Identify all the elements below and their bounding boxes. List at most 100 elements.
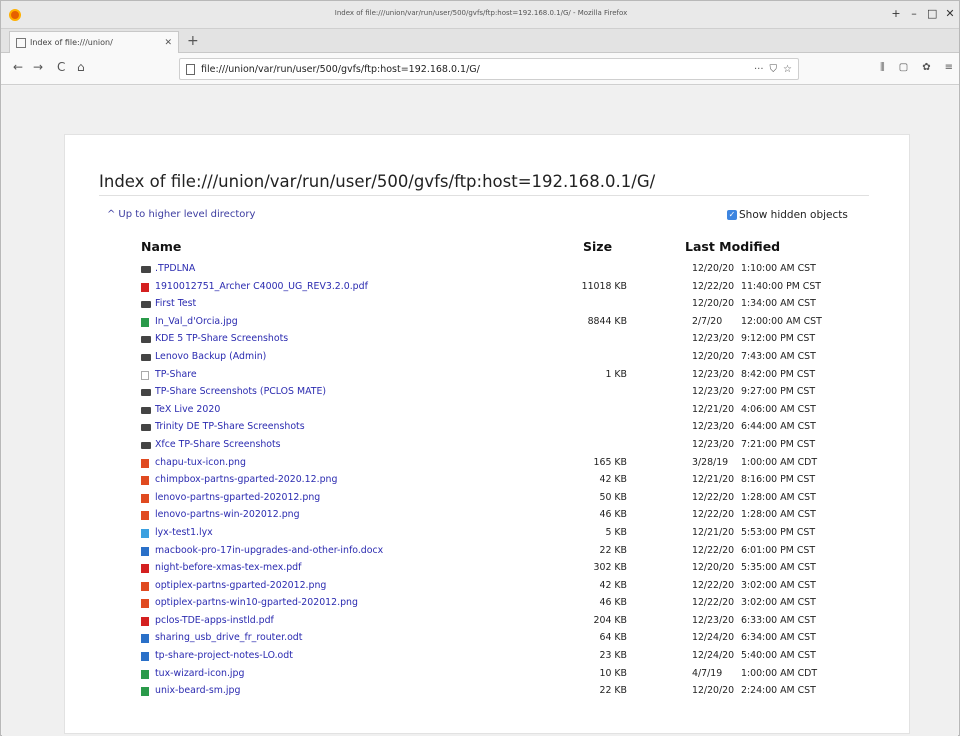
file-link[interactable]: night-before-xmas-tex-mex.pdf xyxy=(155,562,301,573)
file-time: 5:53:00 PM CST xyxy=(741,526,816,538)
odt-icon xyxy=(141,652,149,662)
file-time: 3:02:00 AM CST xyxy=(741,579,816,591)
file-link[interactable]: lyx-test1.lyx xyxy=(155,527,213,538)
file-size: 46 KB xyxy=(599,509,628,521)
url-bar[interactable]: file:///union/var/run/user/500/gvfs/ftp:… xyxy=(179,58,799,80)
file-link[interactable]: In_Val_d'Orcia.jpg xyxy=(155,316,238,327)
image-icon xyxy=(141,687,149,697)
file-link[interactable]: TP-Share Screenshots (PCLOS MATE) xyxy=(155,386,326,397)
show-hidden-label: Show hidden objects xyxy=(739,209,848,221)
pdf-icon xyxy=(141,564,149,574)
file-link[interactable]: optiplex-partns-gparted-202012.png xyxy=(155,580,326,591)
folder-icon xyxy=(141,353,151,361)
library-icon[interactable]: ⫼ xyxy=(880,62,885,73)
file-date: 12/20/20 xyxy=(692,263,735,274)
pocket-icon[interactable]: ⛉ xyxy=(770,64,778,75)
file-date: 12/22/20 xyxy=(692,491,735,503)
window-extra-button[interactable]: + xyxy=(891,7,901,20)
show-hidden-toggle[interactable]: ✓ Show hidden objects xyxy=(727,209,848,221)
close-window-button[interactable]: ✕ xyxy=(945,7,955,20)
column-header-name[interactable]: Name xyxy=(141,239,181,254)
file-date: 12/23/20 xyxy=(692,386,735,398)
file-date: 12/21/20 xyxy=(692,474,735,486)
column-header-size[interactable]: Size xyxy=(583,239,612,254)
sidebar-icon[interactable]: ▢ xyxy=(899,62,908,73)
maximize-button[interactable]: □ xyxy=(927,7,937,20)
table-row: .TPDLNA 12/20/20 1:10:00 AM CST xyxy=(65,261,911,279)
menu-icon[interactable]: ≡ xyxy=(945,62,953,73)
title-bar: Index of file:///union/var/run/user/500/… xyxy=(1,1,959,29)
file-time: 9:12:00 PM CST xyxy=(741,333,816,345)
table-row: 1910012751_Archer C4000_UG_REV3.2.0.pdf 1… xyxy=(65,279,911,297)
window-title: Index of file:///union/var/run/user/500/… xyxy=(334,9,628,17)
file-time: 3:02:00 AM CST xyxy=(741,597,816,609)
file-size: 42 KB xyxy=(599,579,628,591)
file-link[interactable]: 1910012751_Archer C4000_UG_REV3.2.0.pdf xyxy=(155,281,368,292)
file-link[interactable]: chapu-tux-icon.png xyxy=(155,457,246,468)
table-row: pclos-TDE-apps-instld.pdf 204 KB 12/23/20 6… xyxy=(65,613,911,631)
table-row: chimpbox-partns-gparted-2020.12.png 42 KB… xyxy=(65,472,911,490)
file-time: 11:40:00 PM CST xyxy=(741,280,822,292)
file-link[interactable]: sharing_usb_drive_fr_router.odt xyxy=(155,632,302,643)
file-link[interactable]: Trinity DE TP-Share Screenshots xyxy=(155,421,305,432)
file-link[interactable]: unix-beard-sm.jpg xyxy=(155,685,240,696)
table-row: macbook-pro-17in-upgrades-and-other-info… xyxy=(65,543,911,561)
file-date: 12/22/20 xyxy=(692,280,735,292)
file-link[interactable]: optiplex-partns-win10-gparted-202012.png xyxy=(155,597,358,608)
file-link[interactable]: macbook-pro-17in-upgrades-and-other-info… xyxy=(155,545,383,556)
page-info-icon[interactable] xyxy=(186,63,195,75)
file-link[interactable]: TP-Share xyxy=(155,369,197,380)
reload-icon[interactable]: C xyxy=(57,60,65,74)
file-date: 12/22/20 xyxy=(692,579,735,591)
table-row: Trinity DE TP-Share Screenshots 12/23/20 6… xyxy=(65,419,911,437)
file-date: 3/28/19 xyxy=(692,456,729,468)
file-link[interactable]: KDE 5 TP-Share Screenshots xyxy=(155,333,288,344)
file-link[interactable]: Lenovo Backup (Admin) xyxy=(155,351,266,362)
column-header-modified[interactable]: Last Modified xyxy=(685,239,780,254)
page-title: Index of file:///union/var/run/user/500/… xyxy=(99,172,656,191)
file-time: 1:28:00 AM CST xyxy=(741,491,816,503)
image-icon xyxy=(141,669,149,679)
file-link[interactable]: Xfce TP-Share Screenshots xyxy=(155,439,281,450)
new-tab-button[interactable]: + xyxy=(187,33,199,49)
toolbar-right: ⫼ ▢ ✿ ≡ xyxy=(880,62,953,73)
file-link[interactable]: chimpbox-partns-gparted-2020.12.png xyxy=(155,474,337,485)
file-link[interactable]: lenovo-partns-gparted-202012.png xyxy=(155,492,320,503)
file-time: 1:28:00 AM CST xyxy=(741,509,816,521)
file-time: 8:16:00 PM CST xyxy=(741,474,816,486)
file-size: 165 KB xyxy=(593,456,627,468)
pdf-icon xyxy=(141,282,149,292)
table-row: TP-Share 1 KB 12/23/20 8:42:00 PM CST xyxy=(65,367,911,385)
png-icon xyxy=(141,581,149,591)
file-link[interactable]: tp-share-project-notes-LO.odt xyxy=(155,650,293,661)
back-icon[interactable]: ← xyxy=(13,60,23,74)
file-link[interactable]: TeX Live 2020 xyxy=(155,404,220,415)
tab-index-of[interactable]: Index of file:///union/ ✕ xyxy=(9,31,179,53)
tab-strip: Index of file:///union/ ✕ + xyxy=(1,29,959,53)
tab-close-icon[interactable]: ✕ xyxy=(164,38,172,48)
table-row: tux-wizard-icon.jpg 10 KB 4/7/19 1:00:00 AM… xyxy=(65,666,911,684)
file-size: 46 KB xyxy=(599,597,628,609)
file-link[interactable]: pclos-TDE-apps-instld.pdf xyxy=(155,615,274,626)
folder-icon xyxy=(141,406,151,414)
up-directory-link[interactable]: ^ Up to higher level directory xyxy=(107,209,255,220)
file-size: 64 KB xyxy=(599,632,628,644)
url-input[interactable]: file:///union/var/run/user/500/gvfs/ftp:… xyxy=(201,64,754,75)
minimize-button[interactable]: – xyxy=(909,7,919,20)
bookmark-star-icon[interactable]: ☆ xyxy=(783,64,792,75)
file-date: 2/7/20 xyxy=(692,315,723,327)
file-size: 22 KB xyxy=(599,544,628,556)
file-date: 12/23/20 xyxy=(692,333,735,345)
file-link[interactable]: First Test xyxy=(155,298,196,309)
forward-icon[interactable]: → xyxy=(33,60,43,74)
file-link[interactable]: lenovo-partns-win-202012.png xyxy=(155,509,300,520)
page-actions-icon[interactable]: ··· xyxy=(754,64,764,75)
file-time: 2:24:00 AM CST xyxy=(741,685,816,697)
docx-icon xyxy=(141,546,149,556)
home-icon[interactable]: ⌂ xyxy=(77,60,85,74)
file-link[interactable]: .TPDLNA xyxy=(155,263,195,274)
title-divider xyxy=(99,195,869,196)
file-link[interactable]: tux-wizard-icon.jpg xyxy=(155,668,244,679)
show-hidden-checkbox[interactable]: ✓ xyxy=(727,210,737,220)
extension-icon[interactable]: ✿ xyxy=(922,62,930,73)
